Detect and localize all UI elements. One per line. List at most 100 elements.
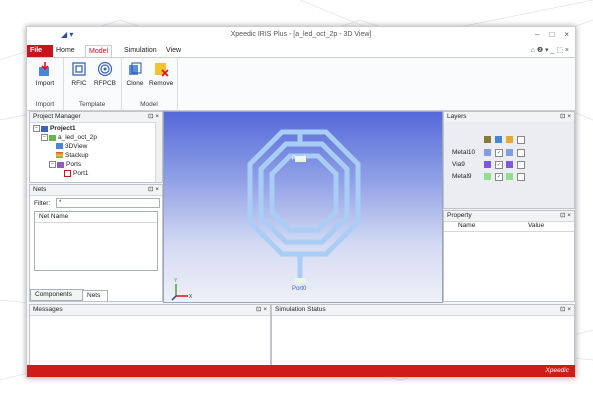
layer-row-metal10[interactable]: Metal10: [452, 148, 475, 157]
nets-title: Nets: [33, 186, 47, 193]
ribbon-group-import: Import Import: [27, 58, 64, 110]
layer-color-swatch[interactable]: [484, 173, 491, 180]
layer-fill-swatch[interactable]: [506, 173, 513, 180]
rfic-button[interactable]: RFIC: [67, 61, 91, 87]
app-window: ◢ ▾ Xpeedic IRIS Plus - [a_led_oct_2p - …: [26, 26, 576, 378]
design-icon: [49, 134, 56, 141]
nets-panel: Nets ⊡ × Filter: * Net Name Components N…: [29, 184, 163, 302]
tree-item-3dview[interactable]: 3DView: [56, 143, 87, 151]
tree-item-project[interactable]: − Project1: [33, 125, 76, 133]
nets-table: Net Name: [34, 211, 158, 271]
layer-row-metal9[interactable]: Metal9: [452, 172, 472, 181]
project-manager-pin-close[interactable]: ⊡ ×: [148, 112, 159, 122]
project-manager-header: Project Manager ⊡ ×: [30, 112, 162, 123]
project-manager-panel: Project Manager ⊡ × − Project1 − a_led_oct…: [29, 111, 163, 183]
filter-label: Filter:: [34, 200, 51, 207]
import-label: Import: [35, 80, 55, 87]
tab-components[interactable]: Components: [30, 289, 84, 301]
clone-icon: [129, 62, 142, 75]
menu-home[interactable]: Home: [53, 45, 78, 57]
nets-pin-close[interactable]: ⊡ ×: [148, 185, 159, 195]
tree-item-design[interactable]: − a_led_oct_2p: [41, 134, 97, 142]
axis-y-label: Y: [174, 278, 178, 284]
project-tree-scrollbar[interactable]: [155, 122, 162, 182]
rfpcb-button[interactable]: RFPCB: [93, 61, 117, 87]
layer-transparent-checkbox[interactable]: [517, 173, 525, 181]
collapse-icon[interactable]: −: [33, 125, 40, 132]
close-button[interactable]: ×: [564, 30, 569, 39]
model-group-label: Model: [140, 101, 158, 108]
layer-visible-checkbox[interactable]: ✓: [495, 161, 503, 169]
brand-logo: Xpeedic: [545, 367, 570, 374]
window-title: Xpeedic IRIS Plus - [a_led_oct_2p - 3D V…: [230, 31, 372, 38]
ribbon: Import Import RFIC RFPCB Template Clone …: [27, 57, 575, 111]
help-controls[interactable]: ⌂ ❷ ▾ _ ⬚ ×: [531, 46, 569, 54]
tree-item-port1[interactable]: Port1: [64, 170, 89, 178]
ribbon-group-template: RFIC RFPCB Template: [63, 58, 122, 110]
simulation-status-pin-close[interactable]: ⊡ ×: [560, 305, 571, 315]
tree-item-ports[interactable]: − Ports: [49, 161, 81, 169]
file-menu[interactable]: File: [27, 45, 53, 57]
property-panel: Property ⊡ × Name Value: [443, 210, 575, 302]
layer-visible-checkbox[interactable]: ✓: [495, 173, 503, 181]
project-manager-title: Project Manager: [33, 113, 81, 120]
remove-label: Remove: [149, 80, 174, 87]
tree-item-stackup[interactable]: Stackup: [56, 152, 89, 160]
tree-item-label: Ports: [66, 161, 82, 169]
tree-item-label: Project1: [50, 125, 76, 133]
layers-title: Layers: [447, 113, 467, 120]
import-group-label: Import: [35, 101, 55, 108]
menu-view[interactable]: View: [163, 45, 184, 57]
menu-simulation[interactable]: Simulation: [121, 45, 160, 57]
layer-transparent-checkbox[interactable]: [517, 149, 525, 157]
property-pin-close[interactable]: ⊡ ×: [560, 211, 571, 221]
layers-pin-close[interactable]: ⊡ ×: [560, 112, 571, 122]
template-group-label: Template: [78, 101, 106, 108]
clone-label: Clone: [126, 80, 144, 87]
collapse-icon[interactable]: −: [49, 161, 56, 168]
net-name-column-header[interactable]: Net Name: [35, 212, 157, 223]
color-icon: [484, 136, 491, 143]
layer-color-swatch[interactable]: [484, 161, 491, 168]
import-button[interactable]: Import: [33, 61, 57, 87]
ports-icon: [57, 161, 64, 168]
collapse-icon[interactable]: −: [41, 134, 48, 141]
rfic-label: RFIC: [71, 80, 87, 87]
nets-header: Nets ⊡ ×: [30, 185, 162, 196]
property-table-header: Name Value: [444, 221, 574, 232]
layer-name: Via9: [452, 161, 465, 168]
remove-button[interactable]: Remove: [149, 61, 173, 87]
project-icon: [41, 125, 48, 132]
port-bottom-label: Port0: [292, 286, 307, 292]
outer-coil-ring: [247, 129, 361, 257]
clone-button[interactable]: Clone: [123, 61, 147, 87]
messages-pin-close[interactable]: ⊡ ×: [256, 305, 267, 315]
property-name-column[interactable]: Name: [458, 221, 475, 231]
tab-nets[interactable]: Nets: [82, 290, 108, 301]
axis-x-label: X: [189, 294, 193, 300]
inductor-model: Port1 Port0 Y X: [171, 129, 361, 301]
layers-body: Metal10 ✓ Via9 ✓ Metal9 ✓: [444, 122, 574, 208]
layer-name: Metal9: [452, 173, 472, 180]
filter-input[interactable]: *: [56, 198, 160, 208]
tree-item-label: Stackup: [65, 152, 89, 159]
simulation-status-panel: Simulation Status ⊡ ×: [271, 304, 575, 366]
maximize-button[interactable]: □: [549, 30, 554, 39]
layer-visible-checkbox[interactable]: ✓: [495, 149, 503, 157]
messages-title: Messages: [33, 306, 63, 313]
port-icon: [64, 170, 71, 177]
layer-name: Metal10: [452, 149, 476, 156]
window-controls: – □ ×: [535, 30, 569, 39]
3d-view-canvas[interactable]: Port1 Port0 Y X: [163, 111, 443, 303]
property-value-column[interactable]: Value: [528, 221, 544, 231]
layer-fill-swatch[interactable]: [506, 149, 513, 156]
minimize-button[interactable]: –: [535, 30, 539, 39]
layer-color-swatch[interactable]: [484, 149, 491, 156]
layer-row-via9[interactable]: Via9: [452, 160, 465, 169]
rfic-icon: [72, 62, 86, 76]
layer-transparent-checkbox[interactable]: [517, 161, 525, 169]
title-bar: ◢ ▾ Xpeedic IRIS Plus - [a_led_oct_2p - …: [27, 27, 575, 46]
layer-fill-swatch[interactable]: [506, 161, 513, 168]
tree-item-label: Port1: [73, 170, 89, 178]
messages-panel: Messages ⊡ ×: [29, 304, 271, 366]
